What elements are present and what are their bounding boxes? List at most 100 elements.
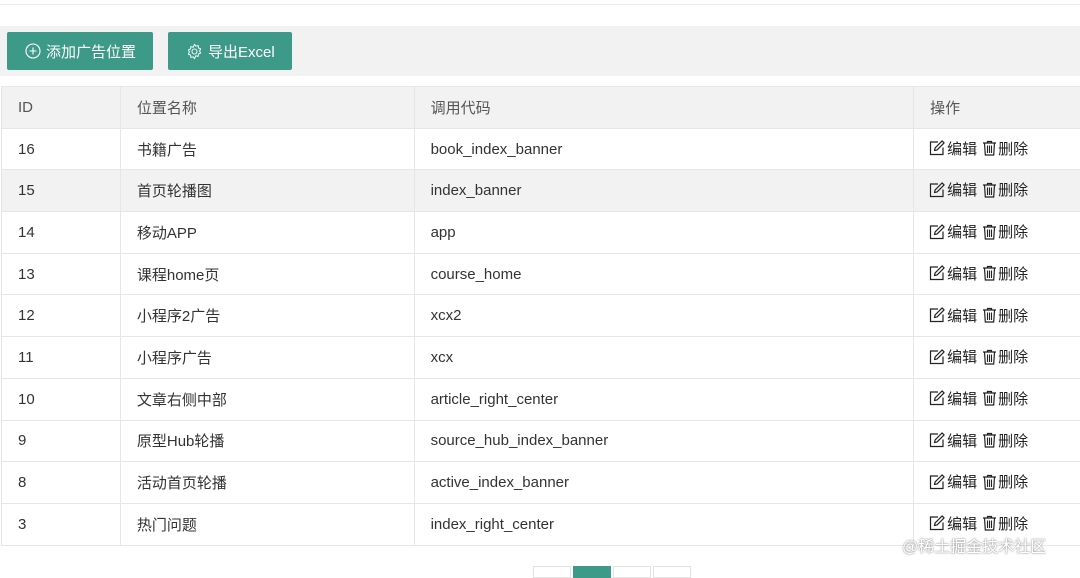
edit-icon xyxy=(929,432,947,448)
cell-id: 8 xyxy=(2,462,121,504)
edit-label: 编辑 xyxy=(947,346,977,367)
delete-button[interactable]: 删除 xyxy=(982,221,1028,242)
pagination xyxy=(533,566,693,578)
delete-button[interactable]: 删除 xyxy=(982,471,1028,492)
cell-name: 书籍广告 xyxy=(120,128,414,170)
cell-name: 原型Hub轮播 xyxy=(120,420,414,462)
cell-name: 首页轮播图 xyxy=(120,170,414,212)
edit-icon xyxy=(929,307,947,323)
delete-label: 删除 xyxy=(998,305,1028,326)
cell-id: 14 xyxy=(2,212,121,254)
edit-label: 编辑 xyxy=(947,305,977,326)
cell-actions: 编辑删除 xyxy=(914,295,1080,337)
pagination-page[interactable] xyxy=(613,566,651,578)
cell-name: 文章右侧中部 xyxy=(120,378,414,420)
delete-label: 删除 xyxy=(998,263,1028,284)
edit-button[interactable]: 编辑 xyxy=(929,346,977,367)
table-body: 16书籍广告book_index_banner编辑删除15首页轮播图index_… xyxy=(2,128,1080,545)
cell-actions: 编辑删除 xyxy=(914,128,1080,170)
trash-icon xyxy=(982,349,998,365)
add-ad-position-button[interactable]: 添加广告位置 xyxy=(7,32,153,70)
pagination-page-active[interactable] xyxy=(573,566,611,578)
column-header-actions: 操作 xyxy=(914,87,1080,129)
column-header-code: 调用代码 xyxy=(414,87,914,129)
cell-id: 15 xyxy=(2,170,121,212)
edit-icon xyxy=(929,140,947,156)
edit-label: 编辑 xyxy=(947,471,977,492)
trash-icon xyxy=(982,182,998,198)
table-row: 8活动首页轮播active_index_banner编辑删除 xyxy=(2,462,1080,504)
delete-button[interactable]: 删除 xyxy=(982,263,1028,284)
table-row: 15首页轮播图index_banner编辑删除 xyxy=(2,170,1080,212)
cell-actions: 编辑删除 xyxy=(914,378,1080,420)
cell-code: article_right_center xyxy=(414,378,914,420)
edit-button[interactable]: 编辑 xyxy=(929,471,977,492)
cell-code: index_banner xyxy=(414,170,914,212)
cell-id: 16 xyxy=(2,128,121,170)
edit-label: 编辑 xyxy=(947,263,977,284)
edit-icon xyxy=(929,515,947,531)
trash-icon xyxy=(982,432,998,448)
table-row: 12小程序2广告xcx2编辑删除 xyxy=(2,295,1080,337)
export-button-label: 导出Excel xyxy=(208,41,275,62)
edit-button[interactable]: 编辑 xyxy=(929,138,977,159)
edit-button[interactable]: 编辑 xyxy=(929,388,977,409)
delete-button[interactable]: 删除 xyxy=(982,430,1028,451)
edit-label: 编辑 xyxy=(947,138,977,159)
table-row: 13课程home页course_home编辑删除 xyxy=(2,253,1080,295)
delete-button[interactable]: 删除 xyxy=(982,179,1028,200)
edit-button[interactable]: 编辑 xyxy=(929,221,977,242)
cell-actions: 编辑删除 xyxy=(914,337,1080,379)
cell-name: 热门问题 xyxy=(120,503,414,545)
gear-icon xyxy=(186,43,203,60)
cell-actions: 编辑删除 xyxy=(914,170,1080,212)
table-row: 16书籍广告book_index_banner编辑删除 xyxy=(2,128,1080,170)
pagination-next[interactable] xyxy=(653,566,691,578)
column-header-name: 位置名称 xyxy=(120,87,414,129)
edit-label: 编辑 xyxy=(947,430,977,451)
delete-button[interactable]: 删除 xyxy=(982,513,1028,534)
cell-code: index_right_center xyxy=(414,503,914,545)
delete-label: 删除 xyxy=(998,346,1028,367)
cell-name: 移动APP xyxy=(120,212,414,254)
cell-name: 课程home页 xyxy=(120,253,414,295)
edit-icon xyxy=(929,224,947,240)
delete-label: 删除 xyxy=(998,221,1028,242)
trash-icon xyxy=(982,515,998,531)
delete-label: 删除 xyxy=(998,138,1028,159)
trash-icon xyxy=(982,265,998,281)
delete-label: 删除 xyxy=(998,430,1028,451)
edit-icon xyxy=(929,474,947,490)
column-header-id: ID xyxy=(2,87,121,129)
delete-label: 删除 xyxy=(998,388,1028,409)
cell-code: book_index_banner xyxy=(414,128,914,170)
ad-position-table: ID 位置名称 调用代码 操作 16书籍广告book_index_banner编… xyxy=(1,86,1080,546)
delete-label: 删除 xyxy=(998,179,1028,200)
edit-button[interactable]: 编辑 xyxy=(929,179,977,200)
edit-button[interactable]: 编辑 xyxy=(929,513,977,534)
trash-icon xyxy=(982,307,998,323)
delete-button[interactable]: 删除 xyxy=(982,388,1028,409)
cell-name: 小程序广告 xyxy=(120,337,414,379)
cell-code: source_hub_index_banner xyxy=(414,420,914,462)
cell-actions: 编辑删除 xyxy=(914,420,1080,462)
delete-button[interactable]: 删除 xyxy=(982,346,1028,367)
edit-icon xyxy=(929,265,947,281)
cell-name: 活动首页轮播 xyxy=(120,462,414,504)
cell-actions: 编辑删除 xyxy=(914,253,1080,295)
cell-code: course_home xyxy=(414,253,914,295)
edit-label: 编辑 xyxy=(947,388,977,409)
delete-button[interactable]: 删除 xyxy=(982,138,1028,159)
delete-button[interactable]: 删除 xyxy=(982,305,1028,326)
table-row: 14移动APPapp编辑删除 xyxy=(2,212,1080,254)
pagination-prev[interactable] xyxy=(533,566,571,578)
table-row: 11小程序广告xcx编辑删除 xyxy=(2,337,1080,379)
export-excel-button[interactable]: 导出Excel xyxy=(168,32,292,70)
edit-button[interactable]: 编辑 xyxy=(929,263,977,284)
watermark: @稀土掘金技术社区 xyxy=(902,533,1046,557)
edit-button[interactable]: 编辑 xyxy=(929,305,977,326)
cell-actions: 编辑删除 xyxy=(914,462,1080,504)
edit-button[interactable]: 编辑 xyxy=(929,430,977,451)
cell-id: 13 xyxy=(2,253,121,295)
cell-code: xcx2 xyxy=(414,295,914,337)
